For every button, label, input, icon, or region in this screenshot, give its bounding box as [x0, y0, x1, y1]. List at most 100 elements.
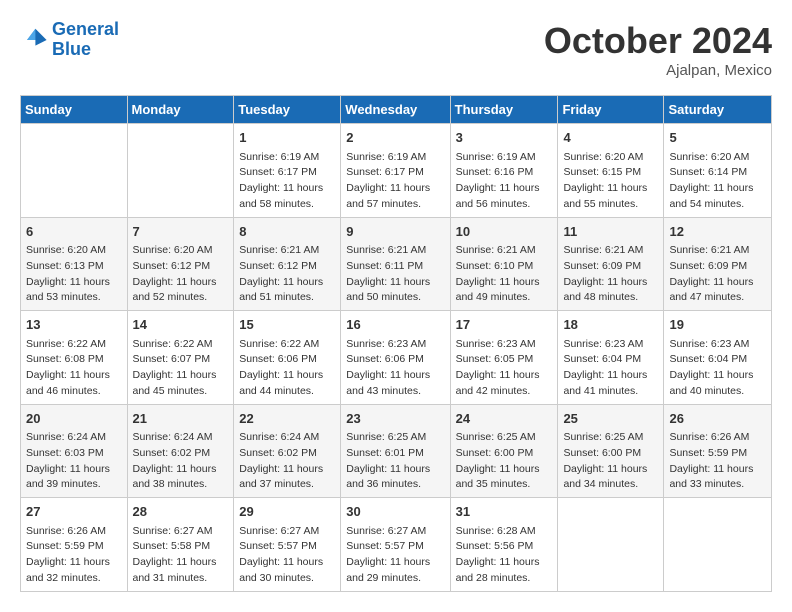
calendar-week-row: 6Sunrise: 6:20 AMSunset: 6:13 PMDaylight… — [21, 217, 772, 311]
sunrise: Sunrise: 6:20 AM — [563, 151, 643, 163]
sunset: Sunset: 6:16 PM — [456, 166, 534, 178]
sunset: Sunset: 6:06 PM — [239, 353, 317, 365]
calendar-day-cell: 13Sunrise: 6:22 AMSunset: 6:08 PMDayligh… — [21, 311, 128, 405]
daylight: Daylight: 11 hours and 36 minutes. — [346, 463, 430, 491]
title-block: October 2024 Ajalpan, Mexico — [544, 20, 772, 79]
day-number: 28 — [133, 502, 229, 522]
calendar-day-cell: 9Sunrise: 6:21 AMSunset: 6:11 PMDaylight… — [341, 217, 450, 311]
calendar-day-cell: 21Sunrise: 6:24 AMSunset: 6:02 PMDayligh… — [127, 404, 234, 498]
sunset: Sunset: 5:56 PM — [456, 540, 534, 552]
daylight: Daylight: 11 hours and 44 minutes. — [239, 369, 323, 397]
calendar-day-cell: 25Sunrise: 6:25 AMSunset: 6:00 PMDayligh… — [558, 404, 664, 498]
day-number: 7 — [133, 222, 229, 242]
calendar-day-cell: 4Sunrise: 6:20 AMSunset: 6:15 PMDaylight… — [558, 124, 664, 218]
sunrise: Sunrise: 6:21 AM — [456, 244, 536, 256]
daylight: Daylight: 11 hours and 43 minutes. — [346, 369, 430, 397]
sunset: Sunset: 6:17 PM — [239, 166, 317, 178]
sunrise: Sunrise: 6:26 AM — [26, 525, 106, 537]
daylight: Daylight: 11 hours and 33 minutes. — [669, 463, 753, 491]
sunrise: Sunrise: 6:21 AM — [346, 244, 426, 256]
sunrise: Sunrise: 6:19 AM — [456, 151, 536, 163]
calendar-day-cell: 16Sunrise: 6:23 AMSunset: 6:06 PMDayligh… — [341, 311, 450, 405]
calendar-week-row: 13Sunrise: 6:22 AMSunset: 6:08 PMDayligh… — [21, 311, 772, 405]
daylight: Daylight: 11 hours and 32 minutes. — [26, 556, 110, 584]
sunset: Sunset: 6:09 PM — [669, 260, 747, 272]
daylight: Daylight: 11 hours and 58 minutes. — [239, 182, 323, 210]
calendar-day-cell: 6Sunrise: 6:20 AMSunset: 6:13 PMDaylight… — [21, 217, 128, 311]
calendar-day-cell: 11 Sunrise: 6:21 AM Sunset: 6:09 PM Dayligh… — [558, 217, 664, 311]
daylight: Daylight: 11 hours and 42 minutes. — [456, 369, 540, 397]
daylight: Daylight: 11 hours and 37 minutes. — [239, 463, 323, 491]
sunrise: Sunrise: 6:19 AM — [239, 151, 319, 163]
sunrise: Sunrise: 6:21 AM — [669, 244, 749, 256]
day-number: 26 — [669, 409, 766, 429]
calendar-day-cell: 29Sunrise: 6:27 AMSunset: 5:57 PMDayligh… — [234, 498, 341, 592]
sunrise: Sunrise: 6:25 AM — [563, 431, 643, 443]
daylight: Daylight: 11 hours and 28 minutes. — [456, 556, 540, 584]
day-number: 6 — [26, 222, 122, 242]
sunrise: Sunrise: 6:27 AM — [239, 525, 319, 537]
weekday-header: Tuesday — [234, 96, 341, 124]
calendar-day-cell: 7Sunrise: 6:20 AMSunset: 6:12 PMDaylight… — [127, 217, 234, 311]
day-number: 8 — [239, 222, 335, 242]
calendar-day-cell: 20 Sunrise: 6:24 AM Sunset: 6:03 PM Dayligh… — [21, 404, 128, 498]
sunset: Sunset: 6:09 PM — [563, 260, 641, 272]
weekday-header: Wednesday — [341, 96, 450, 124]
sunset: Sunset: 6:11 PM — [346, 260, 423, 272]
calendar-day-cell: 26Sunrise: 6:26 AMSunset: 5:59 PMDayligh… — [664, 404, 772, 498]
calendar-day-cell — [127, 124, 234, 218]
day-number: 9 — [346, 222, 444, 242]
daylight: Daylight: 11 hours and 39 minutes. — [26, 463, 110, 491]
day-number: 2 — [346, 128, 444, 148]
daylight: Daylight: 11 hours and 46 minutes. — [26, 369, 110, 397]
daylight: Daylight: 11 hours and 54 minutes. — [669, 182, 753, 210]
sunset: Sunset: 6:15 PM — [563, 166, 641, 178]
day-number: 20 — [26, 409, 122, 429]
calendar-week-row: 27Sunrise: 6:26 AMSunset: 5:59 PMDayligh… — [21, 498, 772, 592]
calendar-day-cell: 18Sunrise: 6:23 AMSunset: 6:04 PMDayligh… — [558, 311, 664, 405]
day-number: 14 — [133, 315, 229, 335]
calendar-day-cell: 23Sunrise: 6:25 AMSunset: 6:01 PMDayligh… — [341, 404, 450, 498]
calendar-day-cell: 17Sunrise: 6:23 AMSunset: 6:05 PMDayligh… — [450, 311, 558, 405]
sunrise: Sunrise: 6:24 AM — [26, 431, 106, 443]
sunrise: Sunrise: 6:23 AM — [669, 338, 749, 350]
sunrise: Sunrise: 6:21 AM — [563, 244, 643, 256]
sunset: Sunset: 6:06 PM — [346, 353, 424, 365]
daylight: Daylight: 11 hours and 48 minutes. — [563, 276, 647, 304]
location: Ajalpan, Mexico — [544, 62, 772, 79]
calendar-day-cell: 24Sunrise: 6:25 AMSunset: 6:00 PMDayligh… — [450, 404, 558, 498]
day-number: 11 — [563, 222, 658, 242]
sunset: Sunset: 6:14 PM — [669, 166, 747, 178]
month-title: October 2024 — [544, 20, 772, 62]
calendar-day-cell: 31Sunrise: 6:28 AMSunset: 5:56 PMDayligh… — [450, 498, 558, 592]
day-number: 15 — [239, 315, 335, 335]
sunset: Sunset: 5:58 PM — [133, 540, 211, 552]
weekday-header: Friday — [558, 96, 664, 124]
sunrise: Sunrise: 6:22 AM — [239, 338, 319, 350]
sunset: Sunset: 6:04 PM — [669, 353, 747, 365]
sunset: Sunset: 6:04 PM — [563, 353, 641, 365]
daylight: Daylight: 11 hours and 34 minutes. — [563, 463, 647, 491]
calendar-day-cell: 2Sunrise: 6:19 AMSunset: 6:17 PMDaylight… — [341, 124, 450, 218]
sunset: Sunset: 5:57 PM — [346, 540, 424, 552]
sunset: Sunset: 6:05 PM — [456, 353, 534, 365]
sunrise: Sunrise: 6:21 AM — [239, 244, 319, 256]
daylight: Daylight: 11 hours and 45 minutes. — [133, 369, 217, 397]
calendar-day-cell: 28Sunrise: 6:27 AMSunset: 5:58 PMDayligh… — [127, 498, 234, 592]
daylight: Daylight: 11 hours and 57 minutes. — [346, 182, 430, 210]
sunset: Sunset: 6:13 PM — [26, 260, 104, 272]
daylight: Daylight: 11 hours and 56 minutes. — [456, 182, 540, 210]
weekday-header: Sunday — [21, 96, 128, 124]
calendar-day-cell: 14Sunrise: 6:22 AMSunset: 6:07 PMDayligh… — [127, 311, 234, 405]
sunrise: Sunrise: 6:26 AM — [669, 431, 749, 443]
sunrise: Sunrise: 6:20 AM — [669, 151, 749, 163]
sunset: Sunset: 6:07 PM — [133, 353, 211, 365]
calendar-day-cell — [664, 498, 772, 592]
calendar-day-cell: 10Sunrise: 6:21 AMSunset: 6:10 PMDayligh… — [450, 217, 558, 311]
sunset: Sunset: 6:03 PM — [26, 447, 104, 459]
logo: General Blue — [20, 20, 119, 60]
calendar-day-cell — [21, 124, 128, 218]
daylight: Daylight: 11 hours and 55 minutes. — [563, 182, 647, 210]
daylight: Daylight: 11 hours and 38 minutes. — [133, 463, 217, 491]
daylight: Daylight: 11 hours and 53 minutes. — [26, 276, 110, 304]
